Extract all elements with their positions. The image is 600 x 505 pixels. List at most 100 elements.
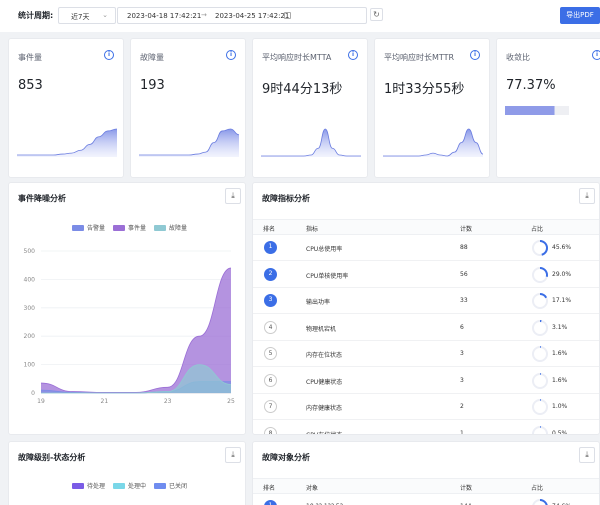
chart-legend: 待处理 处理中 已关闭 (72, 481, 187, 490)
table-row[interactable]: 5 内存在位状态 3 1.6% (253, 341, 599, 367)
rank-badge: 5 (264, 347, 277, 360)
y-tick-label: 300 (24, 305, 36, 312)
table-row[interactable]: 110.??.1??.5?14474.6% (253, 494, 599, 505)
row-ratio: 1.6% (552, 376, 568, 384)
period-select-value: 近7天 (71, 13, 90, 21)
filter-toolbar: 统计周期: 近7天 ⌄ 2023-04-18 17:42:21 → 2023-0… (0, 0, 600, 32)
download-button[interactable]: ⤓ (579, 447, 595, 463)
legend-label: 已关闭 (169, 483, 188, 490)
info-icon[interactable]: i (470, 50, 480, 60)
chart-legend: 告警量 事件量 故障量 (72, 223, 187, 232)
series-area (41, 364, 231, 393)
kpi-value: 9时44分13秒 (262, 82, 343, 97)
event-analysis-title: 事件降噪分析 (18, 194, 66, 203)
row-ratio: 3.1% (552, 323, 568, 331)
row-name: CPU在位状态 (306, 431, 343, 435)
y-tick-label: 400 (24, 276, 36, 283)
calendar-icon (284, 12, 291, 19)
fault-object-title: 故障对象分析 (262, 453, 310, 462)
legend-swatch (154, 482, 167, 489)
sparkline (505, 106, 569, 115)
ring-track (532, 319, 548, 336)
legend-swatch (72, 224, 84, 231)
y-tick-label: 0 (31, 390, 35, 397)
download-icon: ⤓ (231, 450, 235, 459)
date-end[interactable]: 2023-04-25 17:42:21 (215, 12, 289, 20)
fault-indicator-title: 故障指标分析 (262, 194, 310, 203)
ring-track (532, 399, 548, 415)
rank-badge: 8 (264, 426, 277, 434)
table-row[interactable]: 8 CPU在位状态 1 0.5% (253, 421, 599, 435)
export-pdf-button[interactable]: 导出PDF (560, 7, 600, 24)
ring-track (532, 372, 548, 389)
ratio-ring (532, 399, 548, 415)
info-icon[interactable]: i (226, 50, 236, 60)
kpi-card: 收敛比i77.37%周期对比▲ 0.77 (496, 38, 600, 205)
kpi-title: 故障量 (140, 53, 164, 62)
rank-badge: 1 (264, 241, 277, 254)
rank-badge: 4 (264, 320, 277, 334)
table-row[interactable]: 4 物理机宕机 6 3.1% (253, 315, 599, 341)
legend-item-pending[interactable]: 待处理 (72, 481, 105, 490)
download-button[interactable]: ⤓ (225, 188, 241, 204)
row-name: CPU健康状态 (306, 378, 343, 386)
row-count: 1 (460, 429, 464, 435)
download-icon: ⤓ (231, 191, 235, 200)
download-button[interactable]: ⤓ (225, 447, 241, 463)
sparkline (139, 128, 239, 157)
col-metric: 指标 (306, 226, 319, 233)
download-icon: ⤓ (585, 450, 589, 459)
period-select[interactable]: 近7天 ⌄ (58, 7, 116, 24)
info-icon[interactable]: i (348, 50, 358, 60)
legend-swatch (72, 482, 84, 489)
table-row[interactable]: 2 CPU单核使用率 56 29.0% (253, 262, 599, 288)
table-row[interactable]: 6 CPU健康状态 3 1.6% (253, 368, 599, 394)
col-ratio: 占比 (531, 485, 544, 492)
date-range-picker[interactable]: 2023-04-18 17:42:21 → 2023-04-25 17:42:2… (117, 7, 367, 24)
refresh-button[interactable]: ↻ (370, 8, 383, 21)
kpi-title: 事件量 (18, 53, 42, 62)
kpi-card: 事件量i853周期对比▲ 853 (8, 38, 124, 205)
legend-item-closed[interactable]: 已关闭 (154, 481, 187, 490)
period-label: 统计周期: (18, 11, 54, 20)
x-tick-label: 23 (164, 398, 172, 405)
kpi-value: 853 (18, 78, 43, 93)
row-count: 88 (460, 244, 468, 251)
row-ratio: 45.6% (552, 244, 572, 251)
row-ratio: 1.6% (552, 350, 568, 357)
fault-level-title: 故障级别-状态分析 (18, 453, 86, 462)
kpi-card: 故障量i193周期对比▲ 193 (130, 38, 246, 205)
rank-badge: 7 (264, 400, 277, 413)
legend-label: 事件量 (128, 225, 147, 232)
kpi-value: 77.37% (506, 78, 556, 93)
row-name: 内存健康状态 (306, 405, 343, 412)
info-icon[interactable]: i (104, 50, 114, 60)
sparkline-area (17, 129, 117, 157)
legend-item-processing[interactable]: 处理中 (113, 481, 146, 490)
legend-item-event[interactable]: 事件量 (113, 223, 146, 232)
info-icon[interactable]: i (592, 50, 600, 60)
table-row[interactable]: 1 CPU总使用率 88 45.6% (253, 235, 599, 261)
table-row[interactable]: 7 内存健康状态 2 1.0% (253, 394, 599, 420)
kpi-title: 平均响应时长MTTR (384, 53, 455, 62)
row-count: 6 (460, 323, 464, 331)
row-ratio: 1.0% (552, 403, 568, 410)
sparkline-area (261, 129, 361, 157)
row-name: 内存在位状态 (306, 352, 343, 359)
ratio-ring (532, 346, 548, 362)
row-ratio: 29.0% (552, 270, 572, 278)
legend-label: 故障量 (169, 225, 188, 232)
table-row[interactable]: 3 输出功率 33 17.1% (253, 288, 599, 314)
legend-item-fault[interactable]: 故障量 (154, 223, 187, 232)
col-count: 计数 (460, 226, 473, 233)
table-header: 排名 对象 计数 占比 (253, 478, 599, 494)
ratio-ring (532, 266, 548, 283)
chevron-down-icon: ⌄ (102, 11, 108, 19)
legend-item-alert[interactable]: 告警量 (72, 223, 105, 232)
legend-swatch (154, 224, 167, 231)
download-button[interactable]: ⤓ (579, 188, 595, 204)
date-start[interactable]: 2023-04-18 17:42:21 (127, 12, 201, 20)
kpi-value: 193 (140, 78, 165, 93)
arrow-right-icon: → (201, 11, 207, 19)
kpi-card: 平均响应时长MTTRi1时33分55秒周期对比▲ 5,635 (374, 38, 490, 205)
